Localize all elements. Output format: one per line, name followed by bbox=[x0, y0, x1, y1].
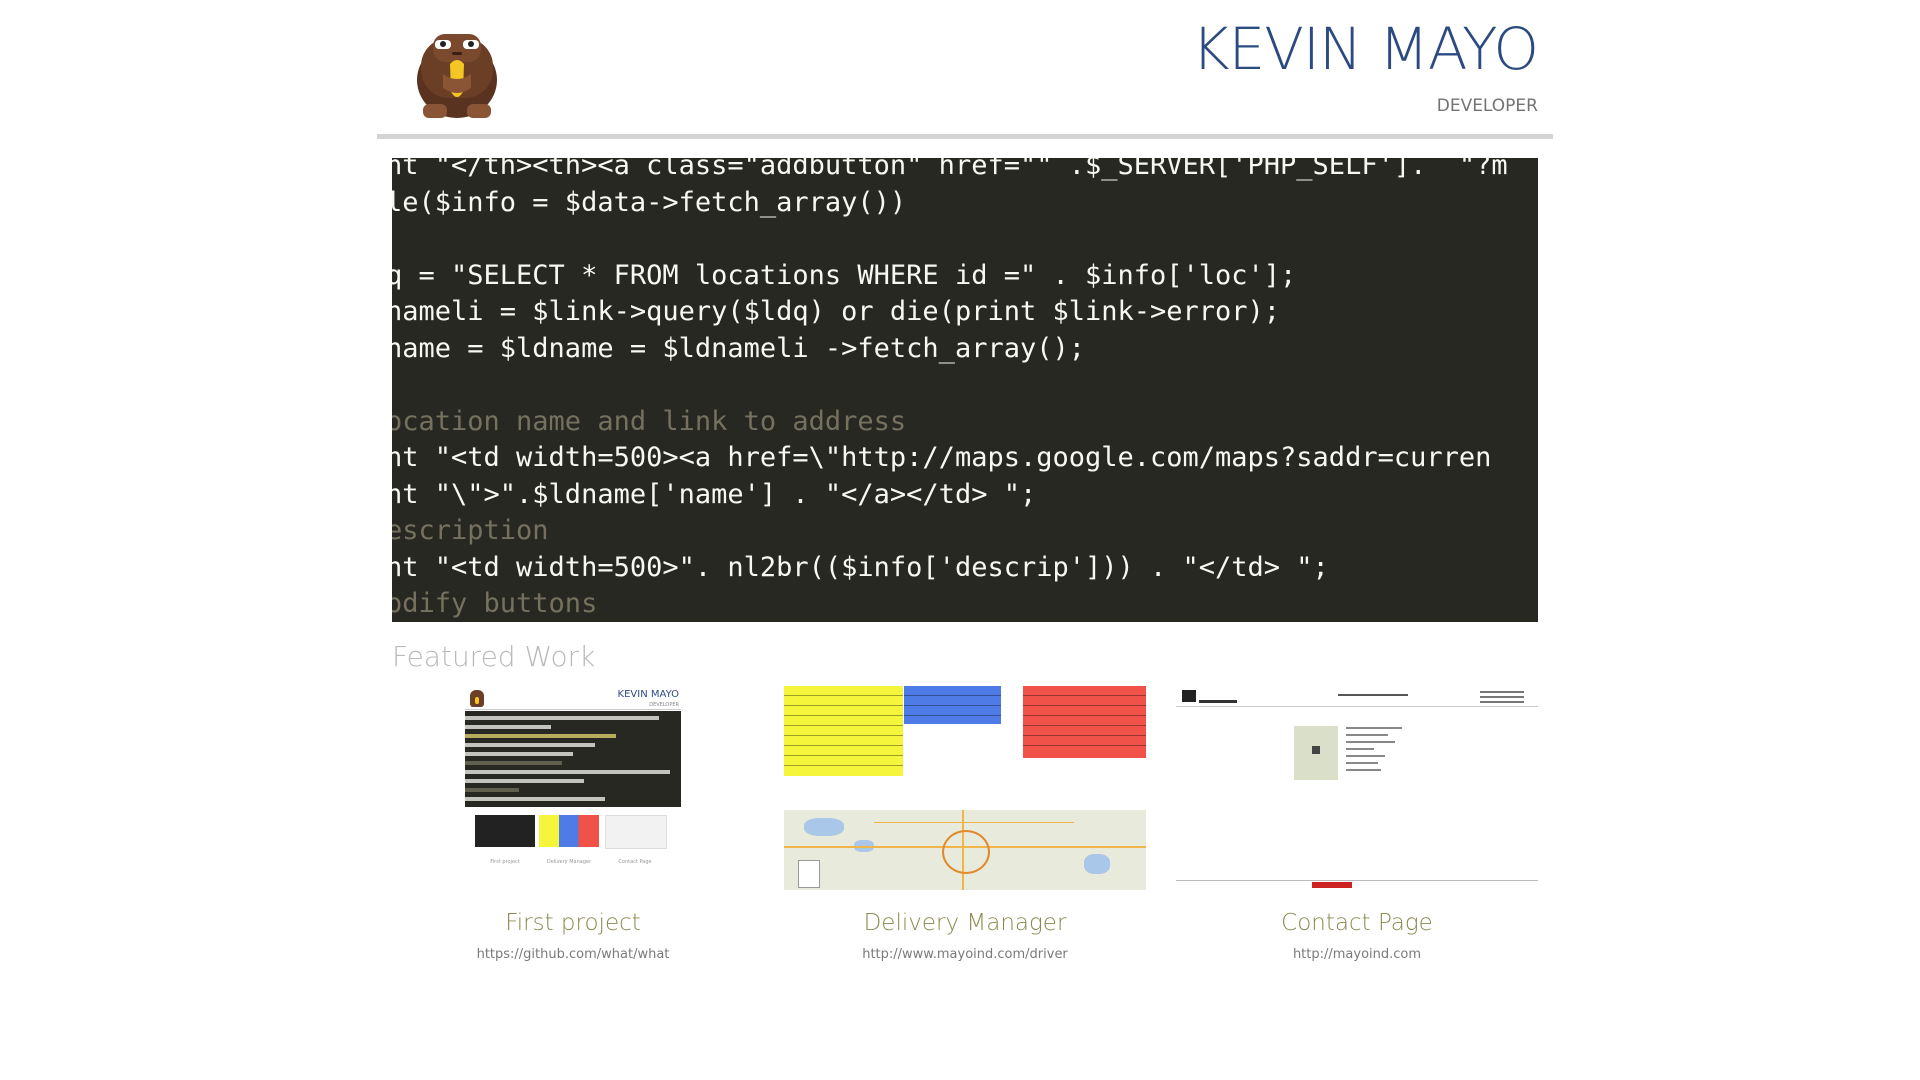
gorilla-logo-icon bbox=[470, 690, 484, 707]
project-thumbnail[interactable] bbox=[784, 684, 1146, 890]
footer-logo-icon bbox=[1312, 882, 1352, 888]
code-line: q = "SELECT * FROM locations WHERE id ="… bbox=[392, 259, 1297, 291]
code-comment: ocation name and link to address bbox=[392, 405, 907, 437]
project-thumbnail[interactable] bbox=[1176, 684, 1538, 890]
code-line: nt "\">".$ldname['name'] . "</a></td> "; bbox=[392, 478, 1037, 510]
header-divider bbox=[377, 134, 1553, 139]
site-name: KEVIN MAYO bbox=[1191, 15, 1539, 83]
mini-footer-divider bbox=[1176, 880, 1538, 881]
blue-column-table bbox=[904, 686, 1001, 724]
company-logo-icon bbox=[1182, 690, 1242, 703]
mini-map bbox=[1294, 726, 1338, 780]
code-comment: escription bbox=[392, 515, 549, 546]
mini-thumb bbox=[475, 815, 535, 847]
mini-caption: Contact Page bbox=[618, 859, 652, 865]
red-column-table bbox=[1023, 686, 1146, 758]
site-header: KEVIN MAYO DEVELOPER bbox=[377, 0, 1553, 139]
code-block: nt "</th><th><a class="addbutton" href="… bbox=[392, 158, 1508, 622]
project-title[interactable]: Contact Page bbox=[1176, 910, 1538, 936]
project-title[interactable]: Delivery Manager bbox=[784, 910, 1146, 936]
code-line: nt "</th><th><a class="addbutton" href="… bbox=[392, 158, 1508, 181]
code-line: nt "<td width=500>". nl2br(($info['descr… bbox=[392, 551, 1329, 583]
project-link[interactable]: http://www.mayoind.com/driver bbox=[784, 947, 1146, 962]
mini-divider bbox=[1176, 706, 1538, 707]
code-line: nt "<td width=500><a href=\"http://maps.… bbox=[392, 442, 1492, 473]
project-thumbnail[interactable]: KEVIN MAYO DEVELOPER First project Deliv… bbox=[392, 684, 754, 890]
mini-thumb bbox=[539, 815, 599, 847]
mini-caption: First project bbox=[490, 859, 520, 865]
code-line: le($info = $data->fetch_array()) bbox=[392, 186, 907, 218]
hero-code-image: nt "</th><th><a class="addbutton" href="… bbox=[392, 158, 1538, 622]
mini-site-role: DEVELOPER bbox=[649, 702, 679, 708]
mini-divider bbox=[465, 709, 681, 710]
project-card-contact-page[interactable]: Contact Page http://mayoind.com bbox=[1176, 684, 1538, 974]
project-link[interactable]: https://github.com/what/what bbox=[392, 947, 754, 962]
map-marker-ring bbox=[942, 830, 990, 874]
mini-site-name: KEVIN MAYO bbox=[617, 689, 679, 700]
contact-page-preview bbox=[1176, 684, 1538, 890]
map-legend bbox=[798, 860, 820, 888]
mini-site-preview: KEVIN MAYO DEVELOPER First project Deliv… bbox=[465, 687, 681, 887]
project-card-delivery-manager[interactable]: Delivery Manager http://www.mayoind.com/… bbox=[784, 684, 1146, 974]
code-line: name = $ldname = $ldnameli ->fetch_array… bbox=[392, 332, 1085, 364]
mini-nav bbox=[1338, 694, 1408, 696]
project-card-first[interactable]: KEVIN MAYO DEVELOPER First project Deliv… bbox=[392, 684, 754, 974]
mini-address bbox=[1480, 688, 1524, 706]
delivery-map bbox=[784, 810, 1146, 890]
gorilla-logo-icon[interactable] bbox=[415, 24, 499, 120]
code-line: nameli = $link->query($ldq) or die(print… bbox=[392, 296, 1281, 327]
site-role: DEVELOPER bbox=[1436, 96, 1538, 116]
code-comment: odify buttons bbox=[392, 588, 598, 619]
project-link[interactable]: http://mayoind.com bbox=[1176, 947, 1538, 962]
project-title[interactable]: First project bbox=[392, 910, 754, 936]
mini-contact-text bbox=[1346, 722, 1416, 771]
featured-work-heading: Featured Work bbox=[392, 640, 596, 673]
mini-code-image bbox=[465, 711, 681, 807]
mini-caption: Delivery Manager bbox=[546, 859, 592, 865]
yellow-column-table bbox=[784, 686, 903, 776]
mini-thumb bbox=[605, 815, 667, 849]
page: KEVIN MAYO DEVELOPER nt "</th><th><a cla… bbox=[377, 0, 1553, 1080]
